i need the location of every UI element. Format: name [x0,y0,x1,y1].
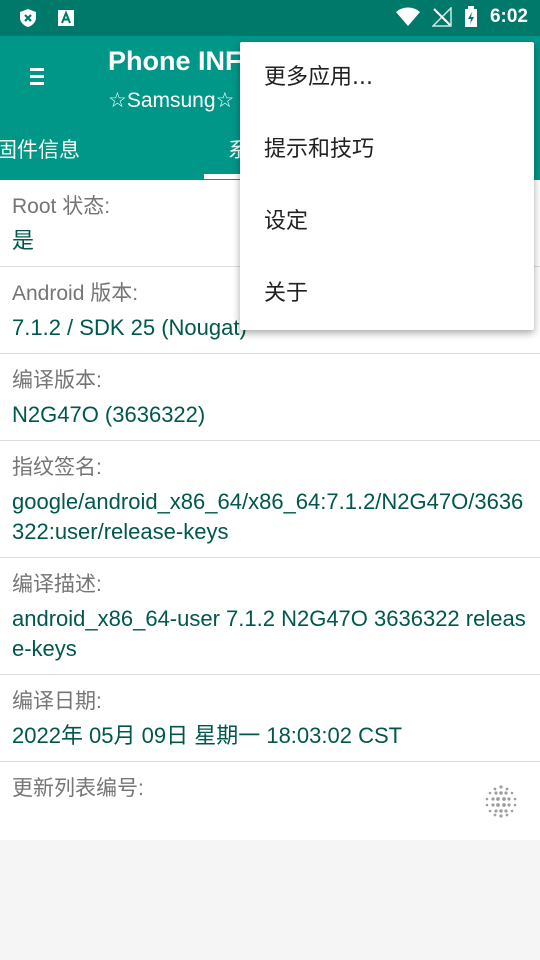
app-subtitle: ☆Samsung☆ [108,89,235,112]
item-label: 编译描述: [12,573,102,596]
menu-item-tips[interactable]: 提示和技巧 [240,114,534,186]
battery-charging-icon [464,6,477,27]
clock: 6:02 [489,6,528,27]
list-item[interactable]: 指纹签名: google/android_x86_64/x86_64:7.1.2… [0,441,540,558]
item-label: 编译版本: [12,369,102,392]
overflow-menu: 更多应用... 提示和技巧 设定 关于 [240,42,534,330]
item-value: android_x86_64-user 7.1.2 N2G47O 3636322… [12,606,526,661]
shield-x-icon [20,9,36,27]
list-item[interactable]: 编译版本: N2G47O (3636322) [0,354,540,441]
item-value: N2G47O (3636322) [12,402,206,427]
status-bar: 6:02 [0,0,540,36]
menu-item-more-apps[interactable]: 更多应用... [240,42,534,114]
item-label: 编译日期: [12,690,102,713]
item-label: 指纹签名: [12,456,102,479]
item-label: 更新列表编号: [12,777,144,800]
app-a-icon [58,10,74,26]
wifi-icon [395,7,420,26]
app-title: Phone INF [108,46,242,76]
hamburger-menu-icon[interactable] [22,64,52,94]
menu-item-settings[interactable]: 设定 [240,186,534,258]
no-signal-icon [431,7,452,27]
tab-firmware-info[interactable]: 固件信息 [0,134,80,164]
loading-dots-icon [485,785,517,818]
list-item[interactable]: 编译描述: android_x86_64-user 7.1.2 N2G47O 3… [0,558,540,675]
list-item[interactable]: 编译日期: 2022年 05月 09日 星期一 18:03:02 CST [0,675,540,762]
item-value: google/android_x86_64/x86_64:7.1.2/N2G47… [12,489,524,544]
menu-item-about[interactable]: 关于 [240,258,534,330]
item-value: 2022年 05月 09日 星期一 18:03:02 CST [12,723,403,748]
list-item[interactable]: 更新列表编号: [0,762,540,840]
